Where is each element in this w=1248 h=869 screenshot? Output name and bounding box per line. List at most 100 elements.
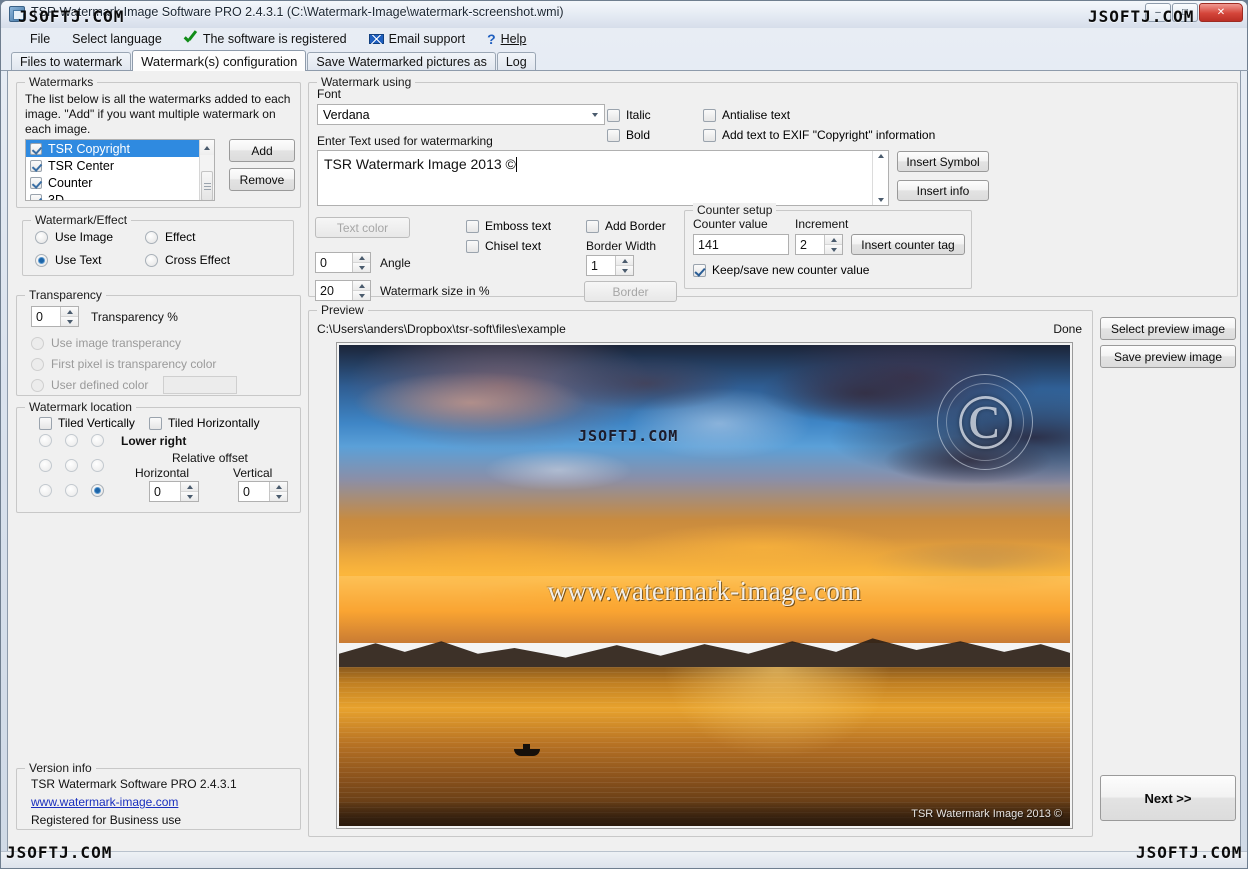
increment-stepper[interactable] — [824, 235, 842, 254]
insert-symbol-button[interactable]: Insert Symbol — [897, 151, 989, 172]
remove-button[interactable]: Remove — [229, 168, 295, 191]
preview-image-frame[interactable]: © www.watermark-image.com TSR Watermark … — [336, 342, 1073, 829]
vertical-offset-input[interactable]: 0 — [238, 481, 288, 502]
menu-item-email-support[interactable]: Email support — [358, 30, 476, 48]
text-color-button[interactable]: Text color — [315, 217, 410, 238]
checkbox-icon[interactable] — [39, 417, 52, 430]
checkbox-icon[interactable] — [30, 177, 42, 189]
horizontal-offset-stepper[interactable] — [180, 482, 198, 501]
checkbox-icon[interactable] — [466, 220, 479, 233]
transparency-input[interactable]: 0 — [31, 306, 79, 327]
radio-user-defined-color[interactable]: User defined color — [31, 378, 148, 392]
checkbox-tiled-horizontally[interactable]: Tiled Horizontally — [149, 416, 260, 430]
checkbox-icon[interactable] — [607, 129, 620, 142]
list-scrollbar[interactable] — [199, 140, 214, 200]
checkbox-icon[interactable] — [30, 160, 42, 172]
checkbox-icon[interactable] — [30, 143, 42, 155]
next-button[interactable]: Next >> — [1100, 775, 1236, 821]
checkbox-icon[interactable] — [466, 240, 479, 253]
position-cell-top-left[interactable] — [39, 434, 52, 447]
tab-watermarks-configuration[interactable]: Watermark(s) configuration — [132, 50, 306, 71]
checkbox-antialise[interactable]: Antialise text — [703, 108, 790, 122]
checkbox-add-border[interactable]: Add Border — [586, 219, 666, 233]
checkbox-icon[interactable] — [149, 417, 162, 430]
position-cell-bottom-center[interactable] — [65, 484, 78, 497]
horizontal-offset-input[interactable]: 0 — [149, 481, 199, 502]
radio-icon[interactable] — [35, 254, 48, 267]
list-item[interactable]: 3D — [26, 191, 214, 201]
tab-log[interactable]: Log — [497, 52, 536, 71]
font-combo[interactable]: Verdana — [317, 104, 605, 125]
tab-save-watermarked-pictures-as[interactable]: Save Watermarked pictures as — [307, 52, 495, 71]
checkbox-icon[interactable] — [586, 220, 599, 233]
checkbox-icon[interactable] — [30, 194, 42, 202]
radio-icon[interactable] — [31, 358, 44, 371]
border-width-input[interactable]: 1 — [586, 255, 634, 276]
checkbox-bold[interactable]: Bold — [607, 128, 650, 142]
vertical-offset-stepper[interactable] — [269, 482, 287, 501]
border-button[interactable]: Border — [584, 281, 677, 302]
tab-files-to-watermark[interactable]: Files to watermark — [11, 52, 131, 71]
list-item[interactable]: TSR Copyright — [26, 140, 214, 157]
textarea-scrollbar[interactable] — [872, 151, 888, 205]
radio-first-pixel-transparency[interactable]: First pixel is transparency color — [31, 357, 216, 371]
scroll-down-icon[interactable] — [878, 198, 884, 202]
add-button[interactable]: Add — [229, 139, 295, 162]
stepper-up-icon[interactable] — [270, 482, 287, 492]
radio-icon[interactable] — [145, 231, 158, 244]
list-item[interactable]: TSR Center — [26, 157, 214, 174]
save-preview-image-button[interactable]: Save preview image — [1100, 345, 1236, 368]
stepper-down-icon[interactable] — [353, 291, 370, 300]
stepper-up-icon[interactable] — [825, 235, 842, 245]
transparency-stepper[interactable] — [60, 307, 78, 326]
insert-info-button[interactable]: Insert info — [897, 180, 989, 201]
radio-icon[interactable] — [31, 337, 44, 350]
radio-effect[interactable]: Effect — [145, 230, 195, 244]
radio-use-text[interactable]: Use Text — [35, 253, 101, 267]
user-defined-color-field[interactable] — [163, 376, 237, 394]
menu-item-help[interactable]: ? Help — [476, 30, 537, 48]
position-cell-middle-left[interactable] — [39, 459, 52, 472]
scrollbar-track[interactable] — [200, 155, 214, 185]
stepper-down-icon[interactable] — [270, 492, 287, 501]
radio-cross-effect[interactable]: Cross Effect — [145, 253, 230, 267]
watermarks-list[interactable]: TSR Copyright TSR Center Counter 3D — [25, 139, 215, 201]
list-item[interactable]: Counter — [26, 174, 214, 191]
watermark-size-input[interactable]: 20 — [315, 280, 371, 301]
position-cell-middle-center[interactable] — [65, 459, 78, 472]
menu-item-registered[interactable]: The software is registered — [173, 30, 358, 48]
radio-icon[interactable] — [31, 379, 44, 392]
radio-use-image-transparency[interactable]: Use image transperancy — [31, 336, 181, 350]
scroll-up-icon[interactable] — [878, 154, 884, 158]
increment-input[interactable]: 2 — [795, 234, 843, 255]
scrollbar-thumb[interactable] — [201, 171, 213, 201]
stepper-down-icon[interactable] — [353, 263, 370, 272]
watermark-size-stepper[interactable] — [352, 281, 370, 300]
select-preview-image-button[interactable]: Select preview image — [1100, 317, 1236, 340]
checkbox-exif-copyright[interactable]: Add text to EXIF "Copyright" information — [703, 128, 935, 142]
angle-stepper[interactable] — [352, 253, 370, 272]
checkbox-icon[interactable] — [703, 129, 716, 142]
stepper-down-icon[interactable] — [616, 266, 633, 275]
position-cell-bottom-right[interactable] — [91, 484, 104, 497]
watermark-text-input[interactable]: TSR Watermark Image 2013 © — [317, 150, 889, 206]
checkbox-tiled-vertically[interactable]: Tiled Vertically — [39, 416, 135, 430]
stepper-down-icon[interactable] — [61, 317, 78, 326]
position-cell-top-right[interactable] — [91, 434, 104, 447]
maximize-button[interactable]: □ — [1172, 3, 1198, 22]
position-grid[interactable] — [39, 434, 117, 494]
checkbox-chisel-text[interactable]: Chisel text — [466, 239, 541, 253]
radio-use-image[interactable]: Use Image — [35, 230, 113, 244]
checkbox-icon[interactable] — [703, 109, 716, 122]
checkbox-icon[interactable] — [693, 264, 706, 277]
checkbox-icon[interactable] — [607, 109, 620, 122]
position-cell-middle-right[interactable] — [91, 459, 104, 472]
menu-item-file[interactable]: File — [19, 30, 61, 48]
scroll-up-icon[interactable] — [200, 140, 214, 155]
minimize-button[interactable]: – — [1145, 3, 1171, 22]
stepper-up-icon[interactable] — [353, 281, 370, 291]
website-link[interactable]: www.watermark-image.com — [31, 795, 178, 809]
checkbox-italic[interactable]: Italic — [607, 108, 651, 122]
stepper-up-icon[interactable] — [353, 253, 370, 263]
stepper-up-icon[interactable] — [181, 482, 198, 492]
